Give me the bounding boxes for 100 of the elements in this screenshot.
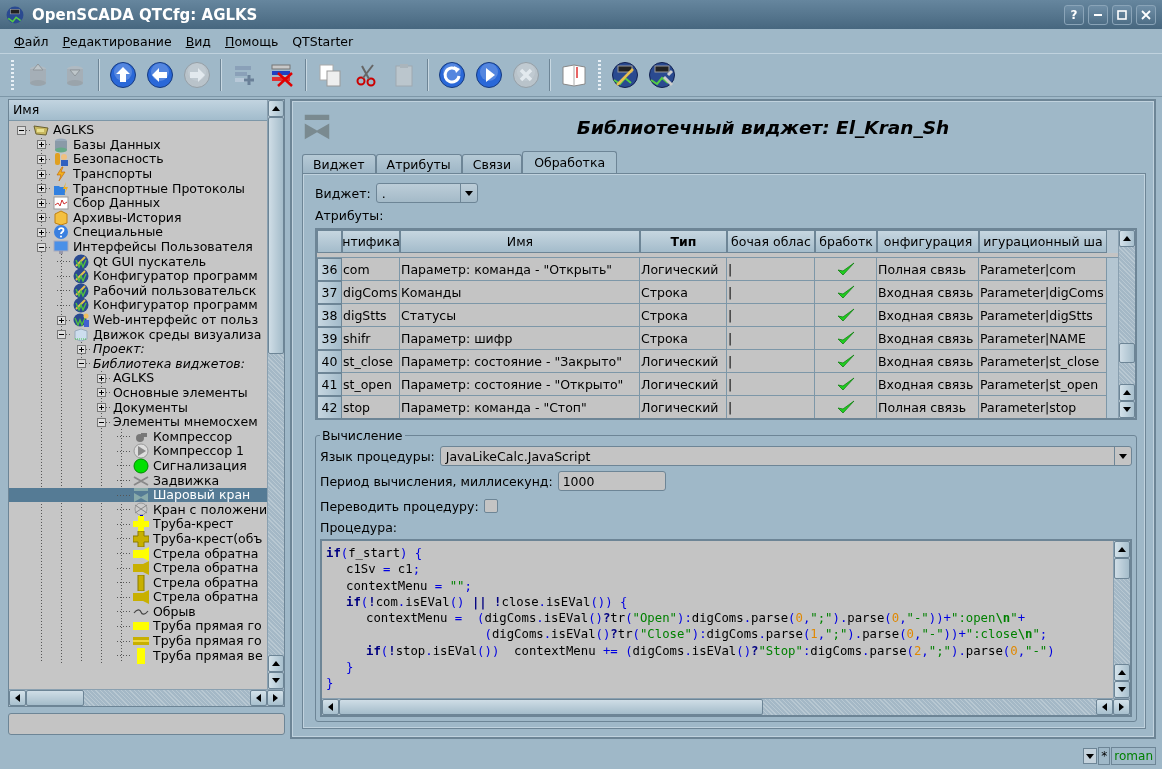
tree-item[interactable]: Библиотека виджетов: bbox=[9, 356, 267, 372]
column-header[interactable]: Имя bbox=[9, 100, 267, 121]
period-field[interactable]: 1000 bbox=[557, 471, 666, 491]
expand-icon[interactable] bbox=[37, 227, 46, 237]
row-header[interactable]: 38 bbox=[317, 304, 342, 327]
tree-item[interactable]: Труба-крест bbox=[9, 517, 267, 532]
tree-item[interactable]: Элементы мнемосхем bbox=[9, 414, 267, 430]
scroll-down-button[interactable] bbox=[268, 672, 284, 689]
tree-item[interactable]: Стрела обратна bbox=[9, 546, 267, 561]
vertical-scrollbar[interactable] bbox=[267, 100, 284, 689]
code-editor[interactable] bbox=[320, 539, 1132, 717]
tree-item[interactable]: Компрессор bbox=[9, 429, 267, 445]
row-header[interactable]: 42 bbox=[317, 396, 342, 418]
scroll-right-button[interactable] bbox=[267, 690, 284, 706]
scroll-up-button[interactable] bbox=[268, 100, 284, 117]
tree-item[interactable]: Движок среды визуализа bbox=[9, 327, 267, 342]
column-header[interactable]: Имя bbox=[400, 230, 640, 253]
tree-item[interactable]: Шаровый кран bbox=[9, 487, 267, 503]
maximize-button[interactable] bbox=[1112, 4, 1132, 25]
arrow-up-icon[interactable] bbox=[107, 59, 139, 91]
tree-item[interactable]: AGLKS bbox=[9, 371, 267, 386]
check-icon[interactable] bbox=[837, 377, 855, 391]
tree-item[interactable]: Обрыв bbox=[9, 604, 267, 620]
expand-icon[interactable] bbox=[37, 198, 46, 208]
scroll-down-button[interactable] bbox=[1119, 401, 1135, 418]
minimize-button[interactable] bbox=[1088, 4, 1108, 25]
check-icon[interactable] bbox=[837, 285, 855, 299]
scroll-left-button[interactable] bbox=[1096, 699, 1113, 715]
tab[interactable]: Виджет bbox=[302, 154, 376, 173]
tree-item[interactable]: Web-интерфейс от польз bbox=[9, 312, 267, 328]
tree-item[interactable]: Сбор Данных bbox=[9, 195, 267, 211]
tab[interactable]: Атрибуты bbox=[375, 154, 462, 173]
tree-item[interactable]: Конфигуратор программ bbox=[9, 298, 267, 313]
scroll-up-button[interactable] bbox=[1119, 384, 1135, 401]
row-header[interactable]: 40 bbox=[317, 350, 342, 373]
tree-item[interactable]: Базы Данных bbox=[9, 137, 267, 153]
checkbox[interactable] bbox=[483, 499, 498, 513]
tree-item[interactable]: Конфигуратор программ bbox=[9, 268, 267, 284]
check-icon[interactable] bbox=[837, 400, 855, 414]
help-button[interactable]: ? bbox=[1064, 4, 1084, 25]
check-icon[interactable] bbox=[837, 354, 855, 368]
monitor-tool-icon[interactable] bbox=[609, 59, 641, 91]
row-header[interactable]: 41 bbox=[317, 373, 342, 396]
scroll-left-button[interactable] bbox=[9, 690, 26, 706]
expand-icon[interactable] bbox=[37, 184, 46, 194]
scroll-left-button[interactable] bbox=[322, 699, 339, 715]
expand-icon[interactable] bbox=[57, 315, 66, 325]
widget-dropdown[interactable]: . bbox=[375, 183, 478, 203]
menu-item[interactable]: Редактирование bbox=[56, 31, 178, 51]
scroll-right-button[interactable] bbox=[1113, 699, 1130, 715]
scroll-up-button[interactable] bbox=[1114, 664, 1130, 681]
scrollbar-thumb[interactable] bbox=[26, 690, 85, 706]
column-header[interactable]: бработк bbox=[815, 230, 877, 253]
tree-item[interactable]: Труба прямая го bbox=[9, 619, 267, 634]
tree-item[interactable]: Задвижка bbox=[9, 473, 267, 488]
horizontal-scrollbar[interactable] bbox=[9, 689, 284, 706]
scroll-up-button[interactable] bbox=[1119, 230, 1135, 247]
scrollbar-thumb[interactable] bbox=[1119, 342, 1135, 364]
menu-item[interactable]: Файл bbox=[8, 31, 55, 51]
refresh-icon[interactable] bbox=[436, 59, 468, 91]
expand-icon[interactable] bbox=[97, 373, 106, 383]
column-header[interactable]: онфигурация bbox=[877, 230, 979, 253]
expand-icon[interactable] bbox=[77, 344, 86, 354]
scrollbar-thumb[interactable] bbox=[1114, 558, 1130, 580]
tree-item[interactable]: Qt GUI пускатель bbox=[9, 254, 267, 269]
menu-item[interactable]: Помощь bbox=[219, 31, 285, 51]
expand-icon[interactable] bbox=[37, 169, 46, 179]
column-header[interactable]: Тип bbox=[640, 230, 727, 253]
expand-icon[interactable] bbox=[97, 388, 106, 398]
tree-item[interactable]: Безопасность bbox=[9, 152, 267, 167]
tree-item[interactable]: Рабочий пользовательск bbox=[9, 283, 267, 299]
row-header[interactable]: 36 bbox=[317, 258, 342, 281]
column-header[interactable]: игурационный ша bbox=[979, 230, 1107, 253]
tree-item[interactable]: Стрела обратна bbox=[9, 560, 267, 576]
tree-item[interactable]: Транспортные Протоколы bbox=[9, 181, 267, 196]
tree-item[interactable]: Интерфейсы Пользователя bbox=[9, 239, 267, 255]
tree-item[interactable]: Транспорты bbox=[9, 166, 267, 182]
collapse-icon[interactable] bbox=[57, 330, 66, 340]
tree-item[interactable]: Труба прямая ве bbox=[9, 648, 267, 663]
column-header[interactable]: бочая облас bbox=[727, 230, 815, 253]
scroll-left-button[interactable] bbox=[250, 690, 267, 706]
vertical-scrollbar[interactable] bbox=[1118, 230, 1135, 418]
column-header[interactable]: нтифика bbox=[342, 230, 400, 253]
expand-icon[interactable] bbox=[37, 140, 46, 150]
tree-item[interactable]: Проект: bbox=[9, 341, 267, 357]
expand-icon[interactable] bbox=[37, 213, 46, 223]
menu-item[interactable]: QTStarter bbox=[286, 31, 360, 51]
expand-icon[interactable] bbox=[97, 403, 106, 413]
dropdown-button[interactable] bbox=[1083, 748, 1098, 764]
tree-item[interactable]: Труба-крест(объ bbox=[9, 531, 267, 547]
check-icon[interactable] bbox=[837, 308, 855, 322]
collapse-icon[interactable] bbox=[97, 417, 106, 427]
check-icon[interactable] bbox=[837, 262, 855, 276]
tree-item[interactable]: Компрессор 1 bbox=[9, 444, 267, 459]
tree-item[interactable]: Основные элементы bbox=[9, 385, 267, 401]
vertical-scrollbar[interactable] bbox=[1113, 541, 1130, 698]
scrollbar-thumb[interactable] bbox=[339, 699, 763, 715]
scroll-down-button[interactable] bbox=[1114, 681, 1130, 698]
monitor-wrench-icon[interactable] bbox=[646, 59, 678, 91]
tab[interactable]: Связи bbox=[461, 154, 523, 173]
